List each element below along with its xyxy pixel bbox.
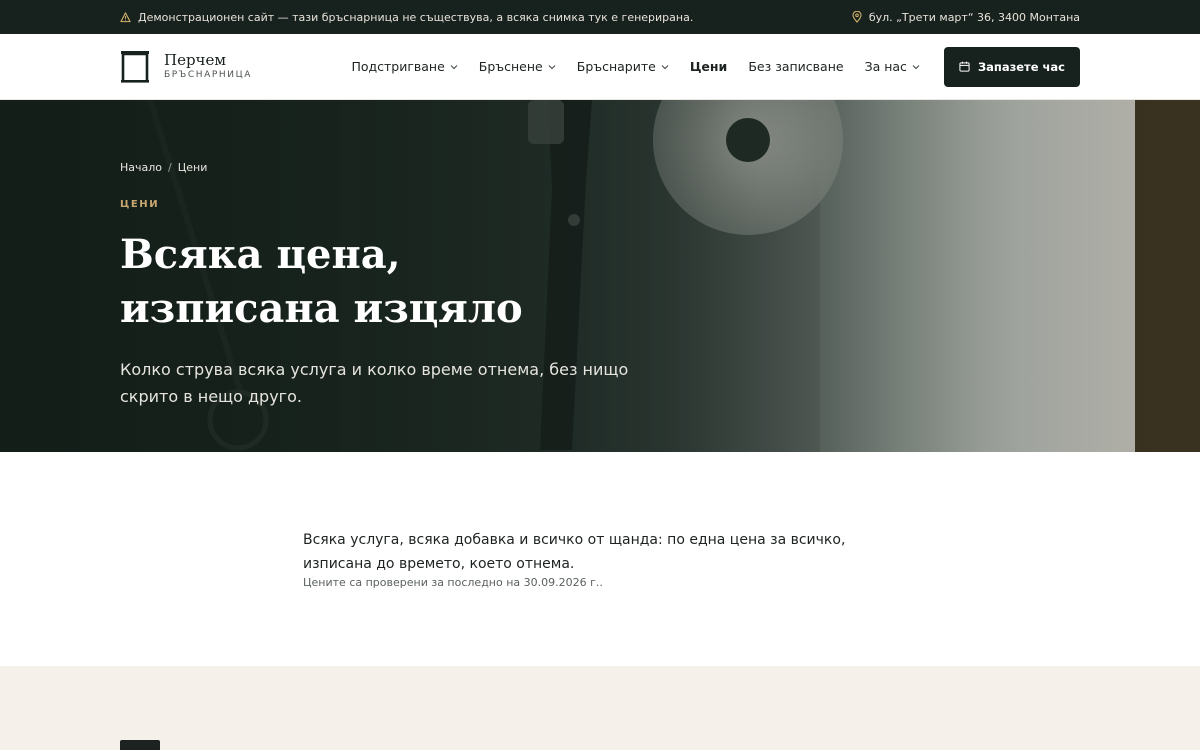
page-title-line-1: Всяка цена, [120,231,401,278]
brand-name: Перчем [164,51,227,69]
book-appointment-button[interactable]: Запазете час [943,46,1080,87]
breadcrumb-separator: / [168,161,172,174]
hero-banner: Начало / Цени ЦЕНИ Всяка цена, изписана … [0,100,1200,452]
nav-item-shave[interactable]: Бръснене [479,59,556,74]
announcement-bar: Демонстрационен сайт — тази бръснарница … [0,0,1200,34]
nav-item-barbers[interactable]: Бръснарите [577,59,669,74]
intro-text: Всяка услуга, всяка добавка и всичко от … [303,532,846,572]
chevron-down-icon [912,64,920,69]
section-heading-peek [120,740,160,750]
nav-item-label: Бръснарите [576,59,656,74]
breadcrumb-current: Цени [177,161,208,174]
calendar-icon [959,61,970,72]
demo-notice-text: Демонстрационен сайт — тази бръснарница … [138,10,694,24]
brand-subtitle: БРЪСНАРНИЦА [164,70,252,80]
breadcrumb: Начало / Цени [120,161,207,174]
main-nav: Подстригване Бръснене Бръснарите Цени Бе… [351,59,920,74]
prices-intro: Всяка услуга, всяка добавка и всичко от … [0,452,1200,666]
hero-lead: Колко струва всяка услуга и колко време … [120,360,629,406]
demo-notice: Демонстрационен сайт — тази бръснарница … [120,11,693,24]
brand-mark-icon [121,50,149,83]
last-checked-note: Цените са проверени за последно на 30.09… [303,576,603,589]
page-title: Всяка цена, изписана изцяло [120,228,680,336]
breadcrumb-home-link[interactable]: Начало [120,161,162,174]
nav-item-prices[interactable]: Цени [690,59,727,74]
brand-text: Перчем БРЪСНАРНИЦА [164,51,252,82]
address-info: бул. „Трети март“ 36, 3400 Монтана [852,11,1080,24]
brand-logo-link[interactable]: Перчем БРЪСНАРНИЦА [120,50,252,84]
price-list-section [0,666,1200,750]
nav-item-label: Цени [689,59,728,74]
hero-eyebrow: ЦЕНИ [120,199,160,210]
nav-item-about[interactable]: За нас [865,59,920,74]
warning-icon [120,11,131,22]
book-appointment-label: Запазете час [977,59,1065,74]
nav-item-haircut[interactable]: Подстригване [351,59,458,74]
site-header: Перчем БРЪСНАРНИЦА Подстригване Бръснене… [0,34,1200,100]
nav-item-label: Подстригване [351,59,445,74]
chevron-down-icon [450,64,458,69]
nav-item-label: Бръснене [478,59,543,74]
chevron-down-icon [548,64,556,69]
map-pin-icon [852,11,862,23]
address-text: бул. „Трети март“ 36, 3400 Монтана [868,10,1080,24]
nav-item-walk-in[interactable]: Без записване [748,59,843,74]
page-title-line-2: изписана изцяло [120,285,523,332]
chevron-down-icon [661,64,669,69]
nav-item-label: За нас [864,59,907,74]
nav-item-label: Без записване [748,59,844,74]
